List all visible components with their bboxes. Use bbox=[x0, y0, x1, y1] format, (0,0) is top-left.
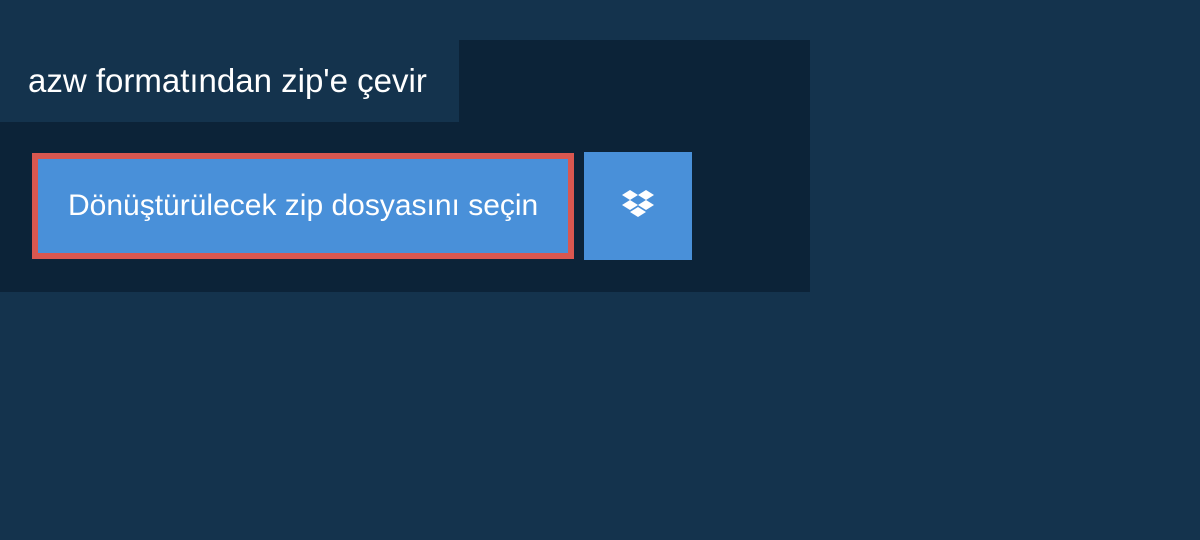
panel-title: azw formatından zip'e çevir bbox=[28, 62, 427, 99]
select-file-button[interactable]: Dönüştürülecek zip dosyasını seçin bbox=[32, 153, 574, 259]
select-file-label: Dönüştürülecek zip dosyasını seçin bbox=[68, 189, 538, 222]
dropbox-icon bbox=[618, 186, 658, 226]
converter-panel: azw formatından zip'e çevir Dönüştürülec… bbox=[0, 40, 810, 292]
dropbox-button[interactable] bbox=[584, 152, 692, 260]
button-row: Dönüştürülecek zip dosyasını seçin bbox=[0, 122, 810, 292]
panel-title-tab: azw formatından zip'e çevir bbox=[0, 40, 459, 122]
